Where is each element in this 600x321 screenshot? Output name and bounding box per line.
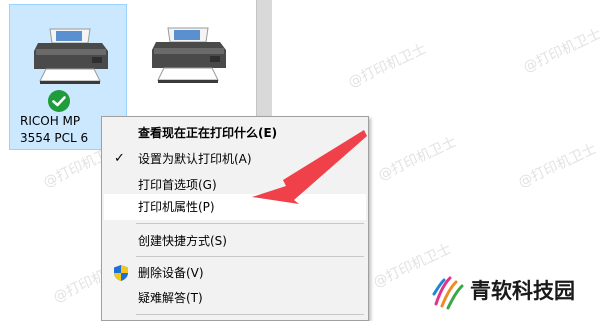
printer-icon [34,28,108,84]
menu-item-label: 设置为默认打印机(A) [138,152,252,166]
context-menu: 查看现在正在打印什么(E) ✓ 设置为默认打印机(A) 打印首选项(G) 打印机… [101,116,369,321]
menu-separator [136,223,364,224]
menu-item-label: 打印机属性(P) [138,200,215,214]
menu-item-create-shortcut[interactable]: 创建快捷方式(S) [104,228,366,254]
menu-item-label: 查看现在正在打印什么(E) [138,126,278,140]
default-check-icon [48,90,70,112]
menu-separator [136,256,364,257]
brand-logo: 青软科技园 [430,268,600,312]
menu-item-label: 打印首选项(G) [138,178,217,192]
menu-item-troubleshoot[interactable]: 疑难解答(T) [104,285,366,311]
menu-item-set-default[interactable]: ✓ 设置为默认打印机(A) [104,146,366,172]
checkmark-icon: ✓ [114,151,125,166]
menu-item-label: 疑难解答(T) [138,291,203,305]
menu-item-see-printing[interactable]: 查看现在正在打印什么(E) [104,120,366,146]
menu-item-printer-properties[interactable]: 打印机属性(P) [104,194,366,220]
uac-shield-icon [114,265,128,281]
menu-item-remove-device[interactable]: 删除设备(V) [104,260,366,286]
menu-item-label: 删除设备(V) [138,266,204,280]
menu-item-label: 创建快捷方式(S) [138,234,227,248]
printer-icon [152,27,226,83]
brand-text: 青软科技园 [470,279,575,303]
brand-logo-icon [432,276,464,310]
